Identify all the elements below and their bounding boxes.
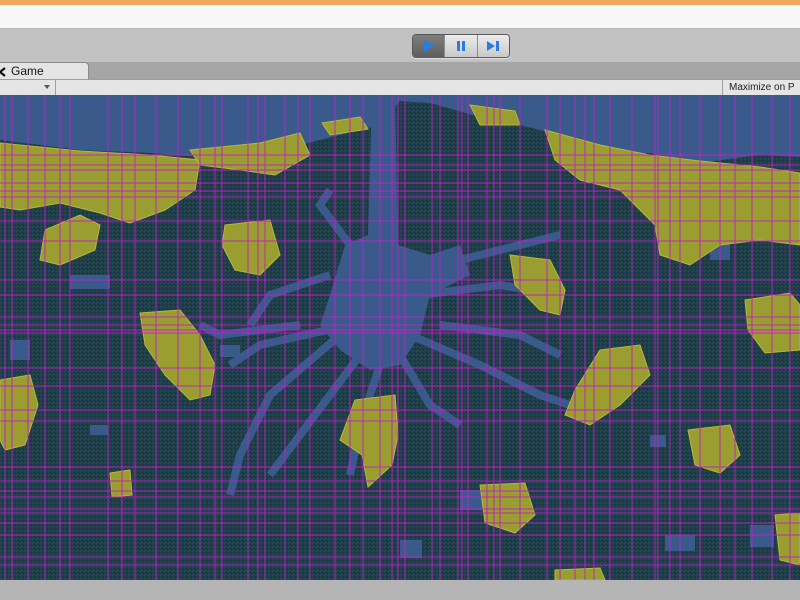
status-bar (0, 580, 800, 600)
game-controller-icon (0, 65, 9, 79)
tab-game[interactable]: Game (0, 62, 89, 80)
step-button[interactable] (476, 35, 509, 57)
tab-bar: Game (0, 62, 800, 80)
step-icon (487, 41, 500, 51)
window-title-bar (0, 5, 800, 29)
play-icon (423, 40, 435, 52)
pause-button[interactable] (444, 35, 477, 57)
play-controls (412, 34, 510, 58)
display-dropdown[interactable] (0, 80, 56, 96)
tab-label: Game (11, 64, 44, 78)
maximize-on-play-button[interactable]: Maximize on P (722, 80, 800, 96)
game-viewport[interactable] (0, 95, 800, 580)
play-button[interactable] (413, 35, 445, 57)
pause-icon (456, 41, 465, 51)
chevron-down-icon (44, 85, 50, 89)
toolbar (0, 29, 800, 62)
game-scene (0, 95, 800, 580)
